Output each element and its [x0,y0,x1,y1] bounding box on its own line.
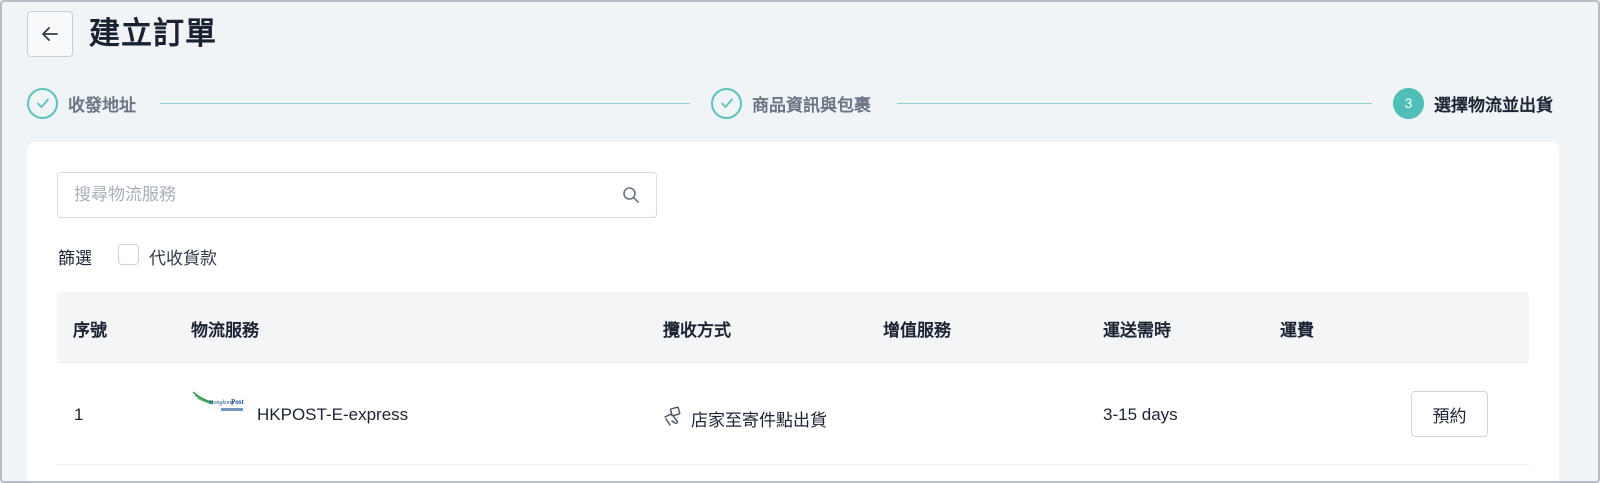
svg-text:Post: Post [231,398,245,406]
column-header-duration: 運送需時 [1103,321,1171,340]
column-header-fee: 運費 [1280,321,1314,340]
column-header-index: 序號 [73,321,107,340]
reserve-button[interactable]: 預約 [1411,391,1488,437]
page-title: 建立訂單 [89,16,217,51]
arrow-left-icon [42,27,58,41]
step-label: 收發地址 [68,95,136,115]
cod-checkbox[interactable] [118,244,139,265]
hand-package-icon [664,406,681,426]
step-connector [160,103,690,104]
step-label: 選擇物流並出貨 [1434,95,1553,115]
hongkong-post-logo: Hongkong Post [192,391,245,411]
cod-checkbox-label[interactable]: 代收貨款 [149,244,217,269]
service-name: HKPOST-E-express [257,405,409,424]
back-button[interactable] [27,11,73,57]
table-header: 序號 物流服務 攬收方式 增值服務 運送需時 運費 [57,292,1529,362]
step-product-info: 商品資訊與包裹 [711,87,871,119]
check-icon [27,87,58,119]
row-divider [57,464,1529,465]
column-header-service: 物流服務 [191,321,259,340]
step-number: 3 [1393,87,1424,119]
check-icon [711,87,742,119]
delivery-duration: 3-15 days [1103,405,1178,424]
pickup-method: 店家至寄件點出貨 [691,411,827,430]
step-address: 收發地址 [27,87,136,119]
step-label: 商品資訊與包裹 [752,95,871,115]
step-connector [897,103,1372,104]
filter-label: 篩選 [58,249,92,268]
row-divider [57,362,1529,363]
search-input[interactable] [74,185,622,205]
search-icon[interactable] [622,186,640,204]
column-header-value-added: 增值服務 [883,321,951,340]
row-index: 1 [74,405,84,424]
search-box [57,172,657,218]
step-logistics: 3 選擇物流並出貨 [1393,87,1553,119]
column-header-pickup: 攬收方式 [663,321,731,340]
